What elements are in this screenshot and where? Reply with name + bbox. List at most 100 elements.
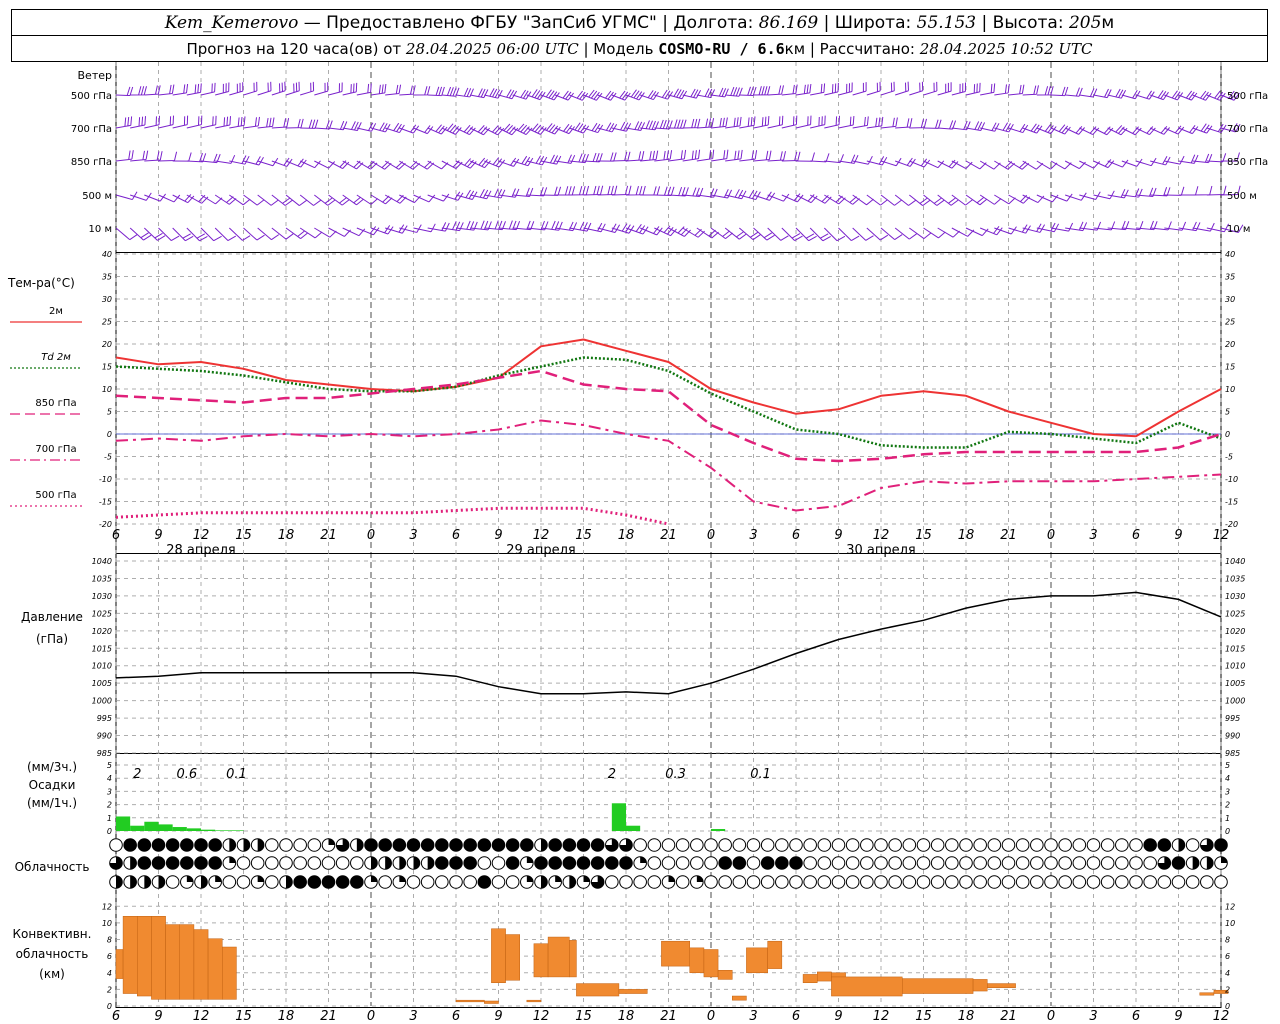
hour-label-bottom: 12: [1213, 1009, 1230, 1024]
convective-bar: [151, 916, 166, 1000]
temp-tick-right: 20: [1225, 340, 1235, 349]
pressure-tick-left: 1010: [92, 662, 112, 671]
wind-barb: [923, 194, 945, 206]
wind-barb: [724, 227, 747, 240]
wind-barb: [200, 115, 217, 129]
cloud-symbol: [194, 838, 208, 852]
wind-barb: [1178, 124, 1199, 135]
cloud-symbol: [746, 875, 761, 889]
wind-barb: [328, 82, 343, 96]
temp-tick-right: 15: [1225, 363, 1235, 372]
wind-barb: [965, 194, 988, 206]
wind-barb: [852, 194, 874, 206]
conv-tick-right: 6: [1225, 952, 1230, 961]
temp-tick-right: 5: [1225, 408, 1230, 417]
conv-tick-left: 10: [102, 919, 112, 928]
hour-label-bottom: 18: [618, 1009, 635, 1024]
cloud-symbol: [987, 856, 1002, 870]
cloud-symbol: [1058, 856, 1072, 870]
wind-barb: [1050, 86, 1069, 97]
cloud-symbol: [888, 838, 902, 852]
cloud-symbol: [860, 875, 874, 889]
conv-tick-left: 12: [102, 902, 112, 911]
cloud-symbol: [194, 856, 208, 870]
convective-bar: [526, 999, 542, 1003]
pressure-tick-left: 1040: [92, 557, 112, 566]
wind-barb: [866, 81, 881, 96]
convective-bar: [689, 947, 705, 974]
cloud-symbol: [973, 875, 987, 889]
pressure-tick-left: 1035: [92, 574, 112, 583]
wind-barb: [314, 82, 329, 96]
hour-label-top: 6: [792, 528, 800, 543]
hour-label-bottom: 15: [915, 1009, 932, 1024]
precip-tick-right: 4: [1225, 774, 1230, 783]
cloud-symbol: [732, 856, 747, 870]
hour-label-top: 18: [278, 528, 295, 543]
wind-barb: [895, 118, 913, 129]
wind-barb: [994, 83, 1010, 96]
wind-barb: [1022, 223, 1046, 233]
cloud-symbol: [775, 875, 789, 889]
cloud-symbol: [1058, 875, 1072, 889]
cloud-symbol: [137, 856, 152, 870]
cloud-symbol-fill: [130, 875, 137, 889]
cloud-symbol: [1015, 875, 1030, 889]
conv-tick-left: 2: [107, 985, 112, 994]
cloud-symbol-fill: [201, 875, 208, 889]
pressure-tick-right: 1015: [1225, 644, 1245, 653]
precip-bar: [201, 829, 216, 831]
wind-barb: [129, 227, 152, 241]
hour-label-top: 12: [193, 528, 210, 543]
wind-barb: [838, 116, 855, 129]
hour-label-top: 21: [660, 528, 677, 543]
wind-barb: [144, 115, 160, 129]
cloud-symbol: [789, 875, 803, 889]
precip-tick-left: 0: [107, 827, 112, 836]
wind-barb: [753, 227, 775, 241]
convective-bar: [122, 916, 138, 994]
cloud-symbol: [548, 856, 562, 870]
wind-barb: [370, 194, 393, 205]
cloud-symbol: [1030, 856, 1044, 870]
wind-barb: [115, 227, 138, 241]
cloud-symbol: [477, 875, 492, 889]
hour-label-top: 3: [749, 528, 757, 543]
cloud-symbol: [208, 838, 222, 852]
wind-barb: [569, 122, 590, 134]
precip-amount: 2: [608, 767, 616, 782]
hour-label-bottom: 9: [1174, 1009, 1182, 1024]
hour-label-bottom: 18: [278, 1009, 295, 1024]
cloud-symbol: [1129, 838, 1143, 852]
cloud-symbol: [180, 856, 194, 870]
cloud-symbol: [1157, 838, 1172, 852]
cloud-symbol-fill: [1221, 856, 1228, 863]
cloud-symbol: [945, 838, 959, 852]
precip-bar: [229, 830, 244, 831]
cloud-symbol: [704, 838, 718, 852]
cloud-symbol: [491, 875, 506, 889]
wind-barb: [739, 227, 761, 241]
cloud-symbol: [1001, 838, 1016, 852]
pressure-tick-right: 1005: [1225, 679, 1245, 688]
cloud-symbol: [590, 838, 605, 852]
convective-bar: [505, 934, 521, 981]
cloud-symbol: [1086, 838, 1101, 852]
wind-barb: [243, 81, 258, 96]
cloud-symbol: [845, 856, 860, 870]
wind-barb: [356, 122, 377, 132]
cloud-symbol: [222, 875, 237, 889]
wind-barb: [115, 191, 138, 201]
cloud-symbol-fill: [371, 856, 378, 870]
cloud-symbol: [420, 838, 435, 852]
temp-title: Тем-ра(°C): [7, 276, 75, 290]
pressure-tick-left: 995: [97, 714, 112, 723]
cloud-symbol-fill: [541, 875, 548, 889]
hour-label-bottom: 9: [154, 1009, 162, 1024]
cloud-symbol: [732, 838, 747, 852]
precip-tick-right: 5: [1225, 761, 1230, 770]
wind-barb: [144, 193, 167, 202]
cloud-symbol-fill: [668, 875, 675, 882]
wind-barb: [1093, 159, 1115, 169]
cloud-symbol: [1015, 856, 1030, 870]
